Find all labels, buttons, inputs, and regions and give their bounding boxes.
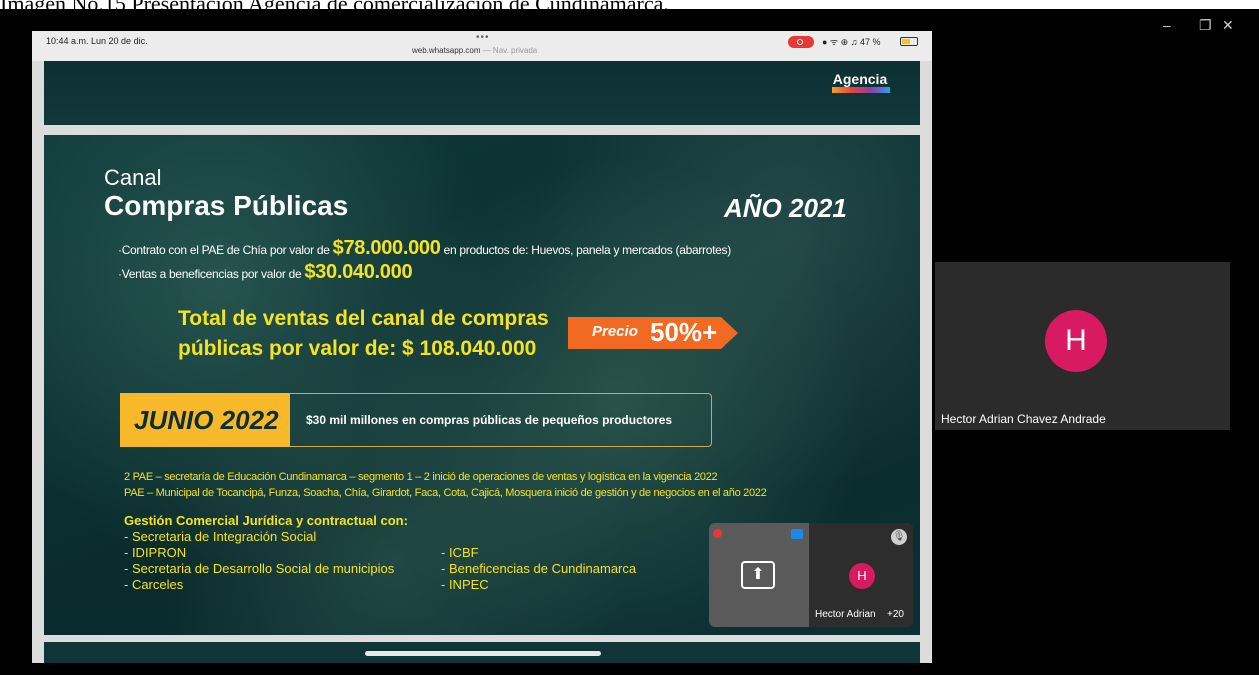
previous-slide — [44, 61, 920, 125]
precio-label: Precio — [592, 323, 638, 340]
minimize-button[interactable]: – — [1163, 17, 1171, 33]
battery-icon — [900, 37, 918, 46]
url-private-label: — Nav. privada — [480, 46, 538, 55]
gestion-title: Gestión Comercial Jurídica y contractual… — [124, 513, 408, 528]
sales-amount: $30.040.000 — [304, 261, 413, 283]
app-window: – ❐ ✕ 10:44 a.m. Lun 20 de dic. ••• web.… — [0, 9, 1259, 675]
pip-window[interactable]: ⬆ 🎙 H Hector Adrian +20 — [709, 523, 913, 627]
avatar: H — [1045, 310, 1107, 372]
list-item: - Secretaria de Desarrollo Social de mun… — [124, 561, 395, 576]
agencia-logo: Agencia — [832, 71, 888, 87]
pip-participant-name: Hector Adrian — [815, 609, 876, 620]
list-item: - Secretaria de Integración Social — [124, 529, 317, 544]
captions-icon[interactable] — [791, 529, 803, 539]
agencia-logo-bar — [832, 87, 890, 93]
sales-line-pre: ·Ventas a beneficencias por valor de — [118, 267, 305, 281]
slide-canal-label: Canal — [104, 165, 162, 190]
contract-amount: $78.000.000 — [332, 237, 441, 259]
list-item: - Beneficencias de Cundinamarca — [441, 561, 637, 576]
list-item: - Carceles — [124, 577, 184, 592]
slide-year: AÑO 2021 — [724, 193, 847, 223]
mic-muted-icon: 🎙 — [891, 529, 907, 545]
sales-line: ·Ventas a beneficencias por valor de $30… — [118, 261, 413, 284]
slide-title: Compras Públicas — [104, 190, 349, 221]
close-button[interactable]: ✕ — [1222, 17, 1234, 34]
contract-line: ·Contrato con el PAE de Chía por valor d… — [118, 237, 731, 260]
pae-line-2: PAE – Municipal de Tocancipá, Funza, Soa… — [124, 487, 767, 499]
share-screen-icon[interactable]: ⬆ — [741, 561, 775, 589]
status-time: 10:44 a.m. Lun 20 de dic. — [46, 36, 148, 46]
list-item: - INPEC — [441, 577, 489, 592]
contract-line-post: en productos de: Huevos, panela y mercad… — [440, 243, 732, 257]
contract-line-pre: ·Contrato con el PAE de Chía por valor d… — [118, 243, 333, 257]
screen-record-icon — [788, 36, 814, 48]
recording-icon — [713, 529, 722, 538]
total-line-1: Total de ventas del canal de compras — [178, 307, 549, 330]
pae-line-1: 2 PAE – secretaría de Educación Cundinam… — [124, 471, 718, 483]
participant-count[interactable]: +20 — [887, 609, 904, 620]
ipad-status-bar: 10:44 a.m. Lun 20 de dic. ••• web.whatsa… — [32, 31, 932, 61]
participant-name: Hector Adrian Chavez Andrade — [941, 412, 1106, 426]
junio-label: JUNIO 2022 — [134, 405, 279, 435]
junio-description: $30 mil millones en compras públicas de … — [306, 413, 673, 427]
total-line-2: públicas por valor de: $ 108.040.000 — [178, 337, 537, 360]
maximize-button[interactable]: ❐ — [1199, 17, 1212, 34]
status-icons: ● ᯤ ⊕ ♫ 47 % — [822, 37, 881, 47]
precio-value: 50%+ — [650, 317, 718, 347]
participant-tile[interactable]: H Hector Adrian Chavez Andrade — [935, 262, 1230, 430]
url-text: web.whatsapp.com — [412, 46, 481, 55]
avatar: H — [849, 563, 875, 589]
list-item: - IDIPRON — [124, 545, 187, 560]
home-indicator[interactable] — [365, 651, 601, 656]
list-item: - ICBF — [441, 545, 479, 560]
more-dots-icon[interactable]: ••• — [476, 32, 490, 43]
browser-url[interactable]: web.whatsapp.com — Nav. privada — [412, 46, 537, 55]
